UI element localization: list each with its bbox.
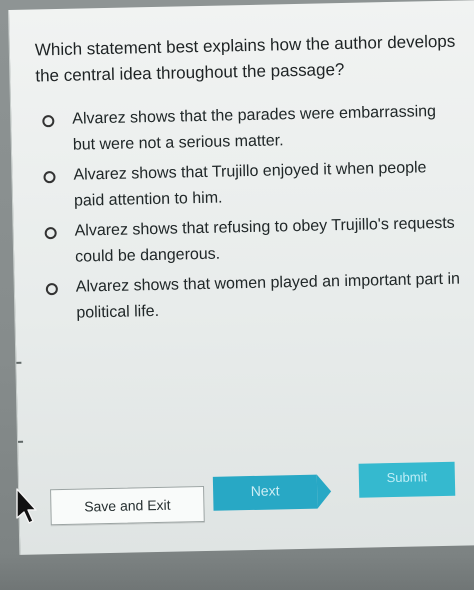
action-buttons: Save and Exit Next Submit — [9, 0, 474, 555]
submit-button[interactable]: Submit — [358, 461, 456, 498]
save-and-exit-button[interactable]: Save and Exit — [50, 485, 205, 526]
question-panel: Which statement best explains how the au… — [8, 0, 474, 555]
quiz-screen: Which statement best explains how the au… — [0, 0, 474, 590]
mouse-pointer-icon — [15, 488, 37, 524]
next-button[interactable]: Next — [212, 474, 318, 511]
desk-shadow — [0, 554, 474, 590]
